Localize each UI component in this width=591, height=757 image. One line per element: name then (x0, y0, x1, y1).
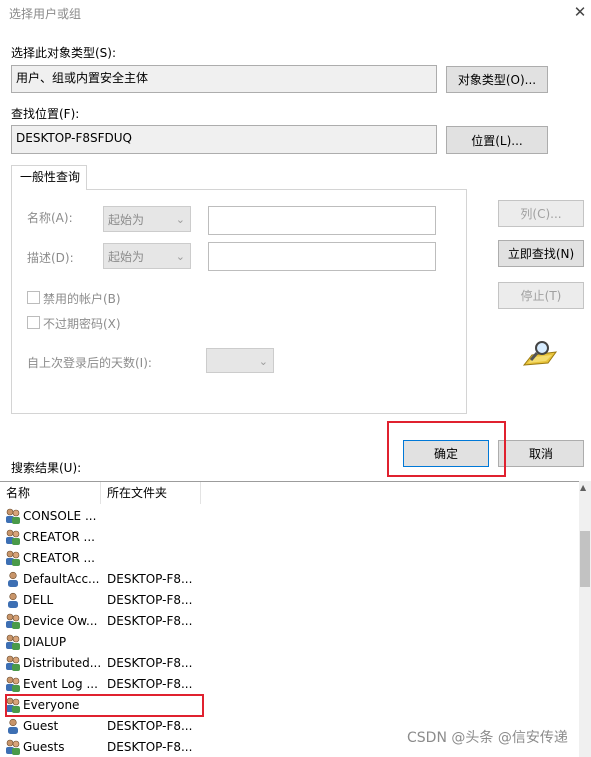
user-icon (5, 718, 21, 734)
row-folder: DESKTOP-F8... (107, 593, 193, 607)
group-icon (5, 508, 21, 524)
name-input[interactable] (208, 206, 436, 235)
row-folder: DESKTOP-F8... (107, 719, 193, 733)
non-expiring-password-checkbox[interactable] (27, 316, 40, 329)
column-header-name[interactable]: 名称 (0, 482, 101, 504)
cancel-button[interactable]: 取消 (498, 440, 584, 467)
column-header-folder[interactable]: 所在文件夹 (101, 482, 201, 504)
table-row[interactable]: Distributed... DESKTOP-F8... (0, 653, 579, 674)
table-row[interactable]: Device Ow... DESKTOP-F8... (0, 611, 579, 632)
table-row[interactable]: CREATOR ... (0, 527, 579, 548)
user-icon (5, 571, 21, 587)
window-title: 选择用户或组 (9, 7, 82, 21)
close-icon[interactable]: ✕ (571, 3, 589, 21)
name-label: 名称(A): (27, 211, 73, 225)
find-now-button[interactable]: 立即查找(N) (498, 240, 584, 267)
row-name: DefaultAcc... (23, 572, 100, 586)
name-mode-value: 起始为 (108, 213, 145, 227)
search-results-label: 搜索结果(U): (11, 461, 82, 475)
row-name: Device Ow... (23, 614, 98, 628)
description-input[interactable] (208, 242, 436, 271)
row-name: Distributed... (23, 656, 102, 670)
description-label: 描述(D): (27, 251, 74, 265)
location-label: 查找位置(F): (11, 107, 80, 121)
table-row[interactable]: CONSOLE ... (0, 506, 579, 527)
chevron-down-icon: ⌄ (175, 250, 185, 263)
vertical-scrollbar[interactable]: ▲ (579, 481, 591, 757)
row-name: CREATOR ... (23, 551, 95, 565)
chevron-down-icon: ⌄ (258, 355, 268, 368)
days-since-login-select[interactable]: ⌄ (206, 348, 274, 373)
row-name: Guest (23, 719, 59, 733)
row-folder: DESKTOP-F8... (107, 740, 193, 754)
group-icon (5, 739, 21, 755)
table-row[interactable]: CREATOR ... (0, 548, 579, 569)
table-row[interactable]: DefaultAcc... DESKTOP-F8... (0, 569, 579, 590)
search-magnifier-icon (522, 341, 558, 366)
object-types-button[interactable]: 对象类型(O)... (446, 66, 548, 93)
row-folder: DESKTOP-F8... (107, 677, 193, 691)
locations-button[interactable]: 位置(L)... (446, 126, 548, 154)
row-folder: DESKTOP-F8... (107, 614, 193, 628)
description-mode-value: 起始为 (108, 250, 145, 264)
everyone-highlight-box (5, 694, 204, 717)
row-folder: DESKTOP-F8... (107, 572, 193, 586)
row-name: CONSOLE ... (23, 509, 97, 523)
row-name: CREATOR ... (23, 530, 95, 544)
row-name: Event Log ... (23, 677, 98, 691)
chevron-down-icon: ⌄ (175, 213, 185, 226)
description-mode-select[interactable]: 起始为 ⌄ (103, 243, 191, 269)
row-name: Guests (23, 740, 65, 754)
name-mode-select[interactable]: 起始为 ⌄ (103, 206, 191, 232)
group-icon (5, 550, 21, 566)
object-type-label: 选择此对象类型(S): (11, 46, 117, 60)
disabled-accounts-label: 禁用的帐户(B) (43, 292, 121, 306)
group-icon (5, 529, 21, 545)
table-row[interactable]: Event Log ... DESKTOP-F8... (0, 674, 579, 695)
group-icon (5, 655, 21, 671)
scroll-up-icon[interactable]: ▲ (580, 483, 586, 492)
ok-highlight-box (387, 421, 506, 477)
stop-button[interactable]: 停止(T) (498, 282, 584, 309)
row-folder: DESKTOP-F8... (107, 656, 193, 670)
row-name: DIALUP (23, 635, 67, 649)
tab-common-queries[interactable]: 一般性查询 (11, 165, 87, 190)
non-expiring-password-label: 不过期密码(X) (43, 317, 121, 331)
watermark: CSDN @头条 @信安传递 (407, 730, 568, 746)
group-icon (5, 676, 21, 692)
user-icon (5, 592, 21, 608)
columns-button[interactable]: 列(C)... (498, 200, 584, 227)
days-since-login-label: 自上次登录后的天数(I): (27, 356, 152, 370)
row-name: DELL (23, 593, 54, 607)
table-row[interactable]: DIALUP (0, 632, 579, 653)
group-icon (5, 634, 21, 650)
table-row[interactable]: DELL DESKTOP-F8... (0, 590, 579, 611)
location-field: DESKTOP-F8SFDUQ (11, 125, 437, 154)
scroll-thumb[interactable] (580, 531, 590, 587)
group-icon (5, 613, 21, 629)
disabled-accounts-checkbox[interactable] (27, 291, 40, 304)
object-type-field: 用户、组或内置安全主体 (11, 65, 437, 93)
